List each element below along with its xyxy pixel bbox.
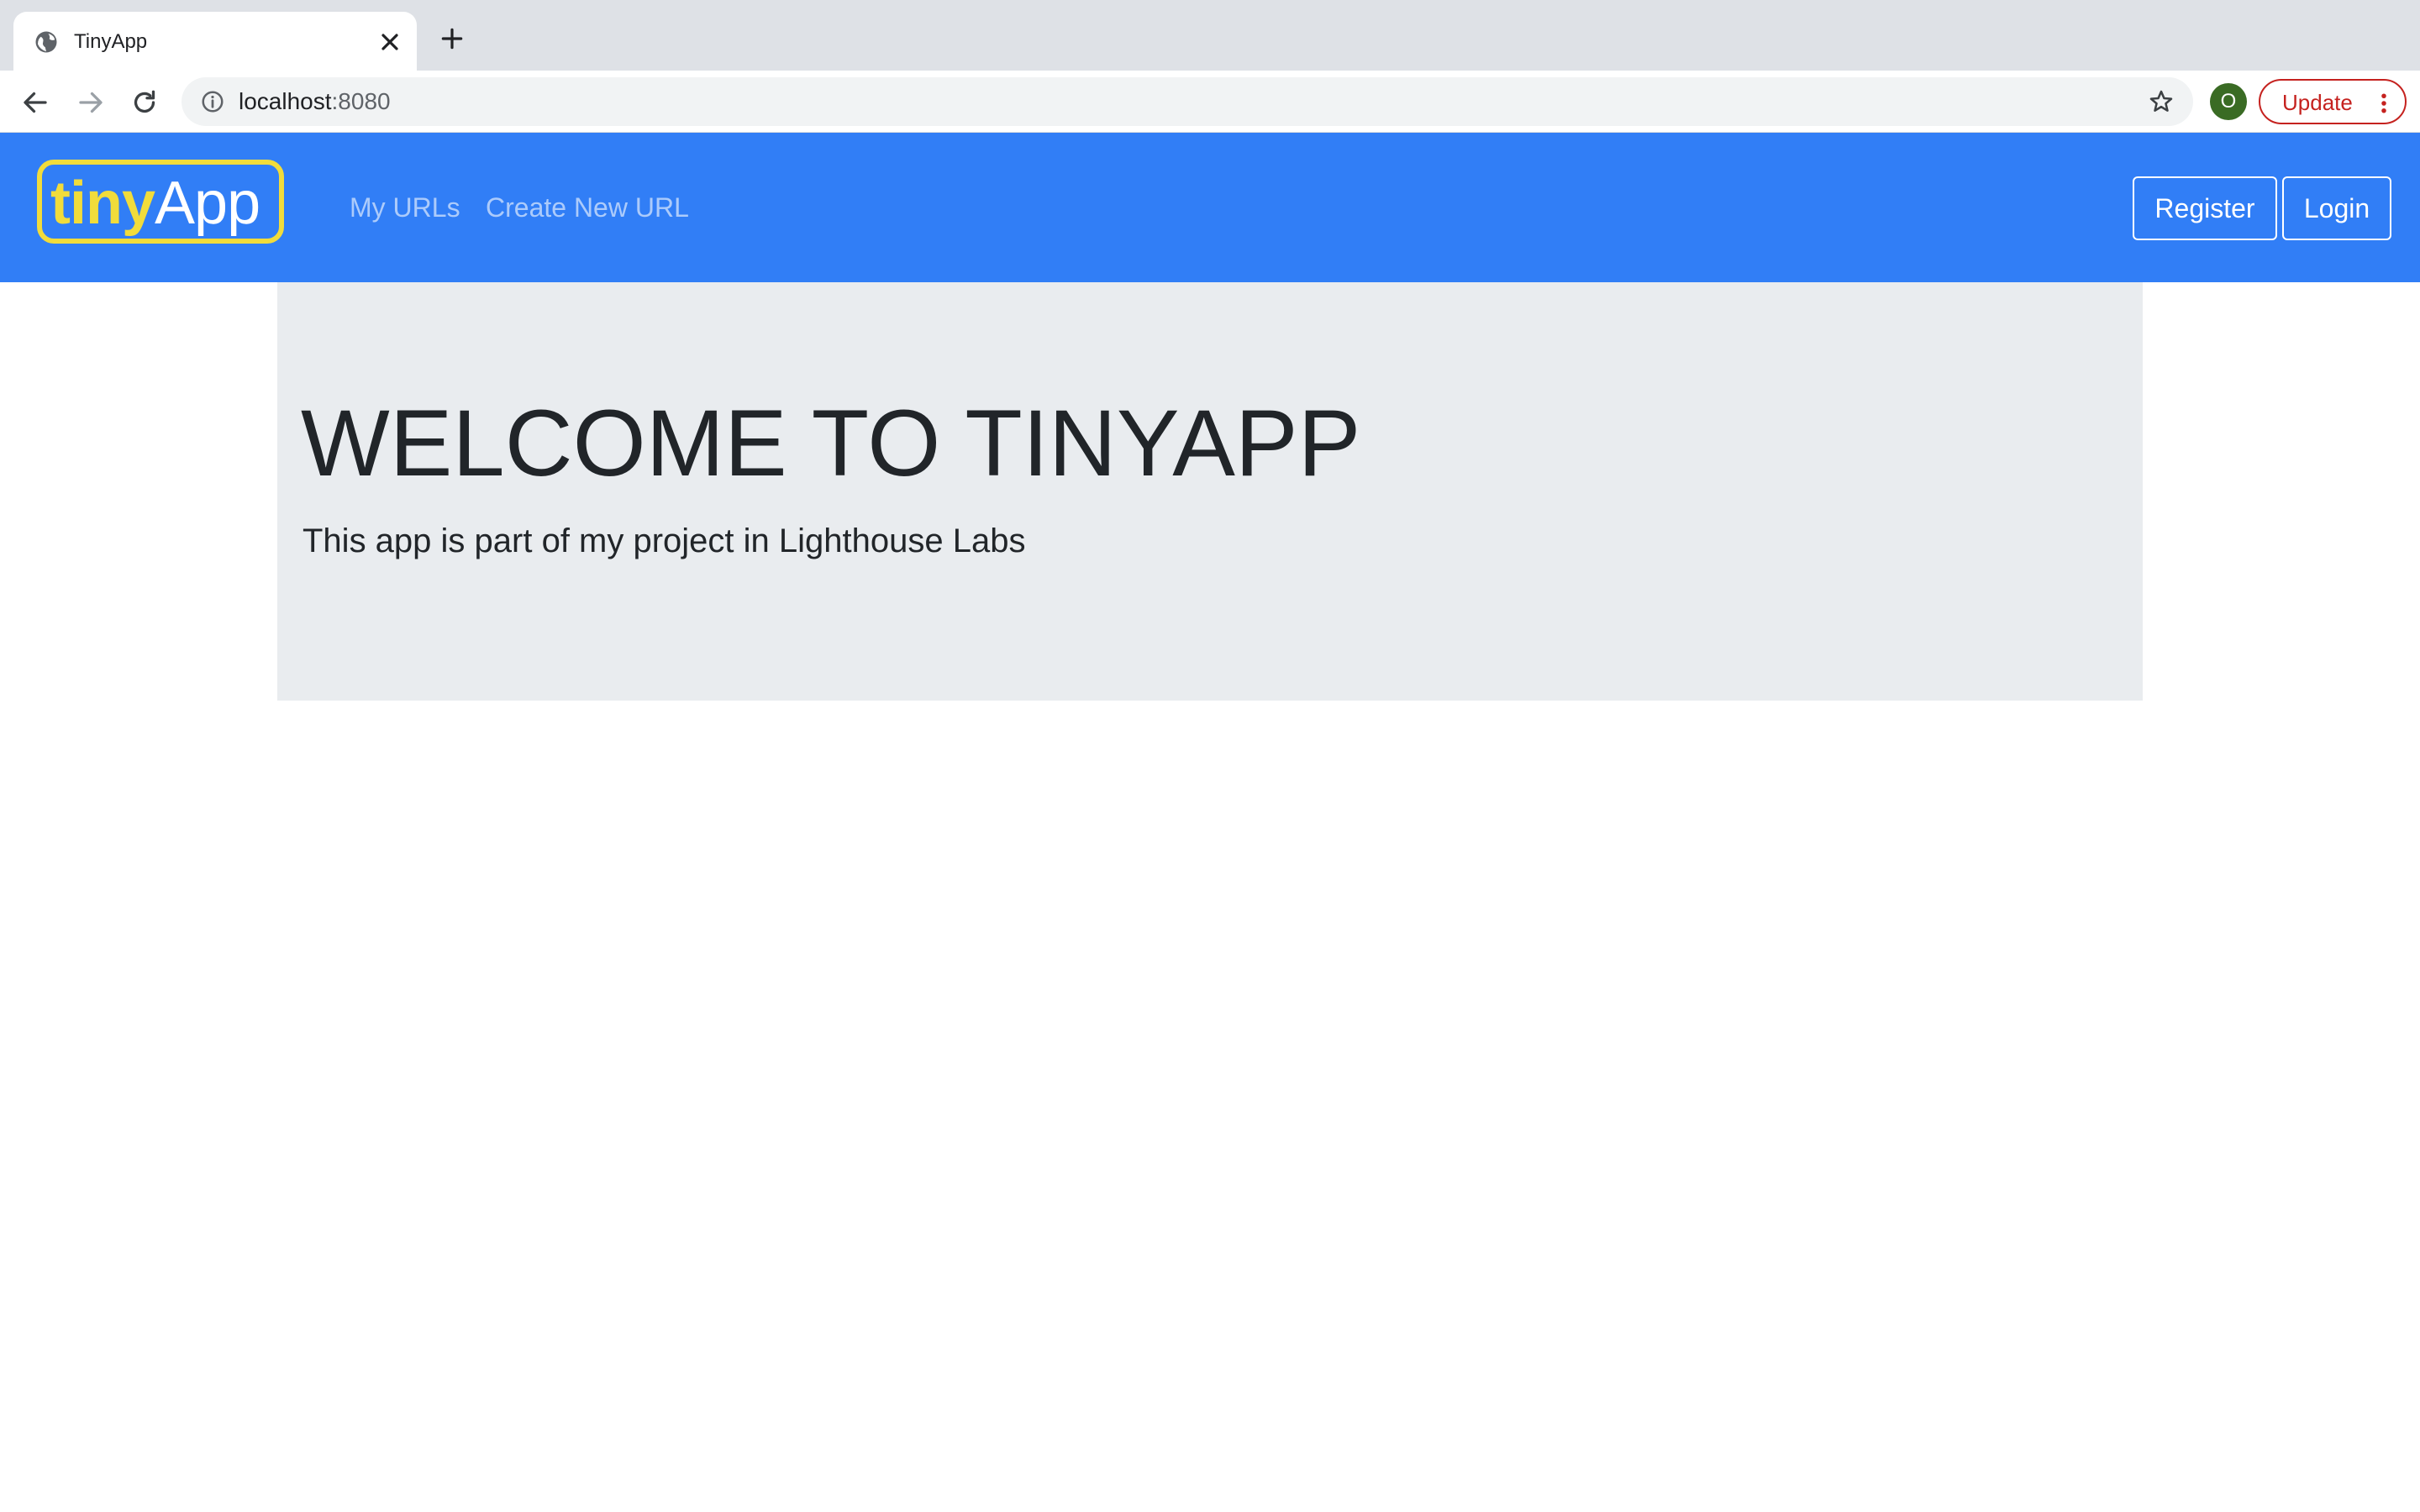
brand-text: tinyApp (50, 170, 260, 237)
profile-avatar[interactable]: O (2210, 83, 2247, 120)
back-arrow-icon[interactable] (20, 87, 50, 118)
url-text: localhost:8080 (239, 86, 391, 118)
reload-icon[interactable] (129, 87, 160, 118)
browser-tab[interactable]: TinyApp (13, 12, 417, 71)
register-button[interactable]: Register (2133, 176, 2277, 240)
browser-toolbar: localhost:8080 O Update (0, 71, 2420, 133)
more-vert-icon (2381, 93, 2386, 113)
page-title: WELCOME TO TINYAPP (301, 391, 1361, 496)
login-button[interactable]: Login (2282, 176, 2391, 240)
close-icon[interactable] (376, 29, 403, 55)
app-navbar: tinyApp My URLs Create New URL Register … (0, 133, 2420, 282)
lead-text: This app is part of my project in Lighth… (302, 522, 1026, 559)
nav-link-my-urls[interactable]: My URLs (350, 192, 460, 223)
brand-logo[interactable]: tinyApp (37, 160, 284, 244)
update-label: Update (2282, 90, 2353, 115)
update-button[interactable]: Update (2259, 79, 2407, 124)
browser-tab-strip: TinyApp (0, 0, 2420, 71)
url-port: :8080 (331, 88, 391, 114)
info-icon[interactable] (200, 89, 225, 114)
jumbotron: WELCOME TO TINYAPP This app is part of m… (277, 282, 2143, 701)
address-bar[interactable]: localhost:8080 (182, 77, 2193, 126)
star-icon[interactable] (2148, 88, 2175, 115)
plus-icon[interactable] (439, 25, 466, 52)
brand-app: App (155, 170, 260, 237)
url-host: localhost (239, 88, 332, 114)
forward-arrow-icon[interactable] (76, 87, 106, 118)
globe-icon (35, 31, 57, 53)
nav-link-create-new-url[interactable]: Create New URL (486, 192, 689, 223)
tab-title: TinyApp (74, 30, 148, 53)
brand-tiny: tiny (50, 170, 155, 237)
